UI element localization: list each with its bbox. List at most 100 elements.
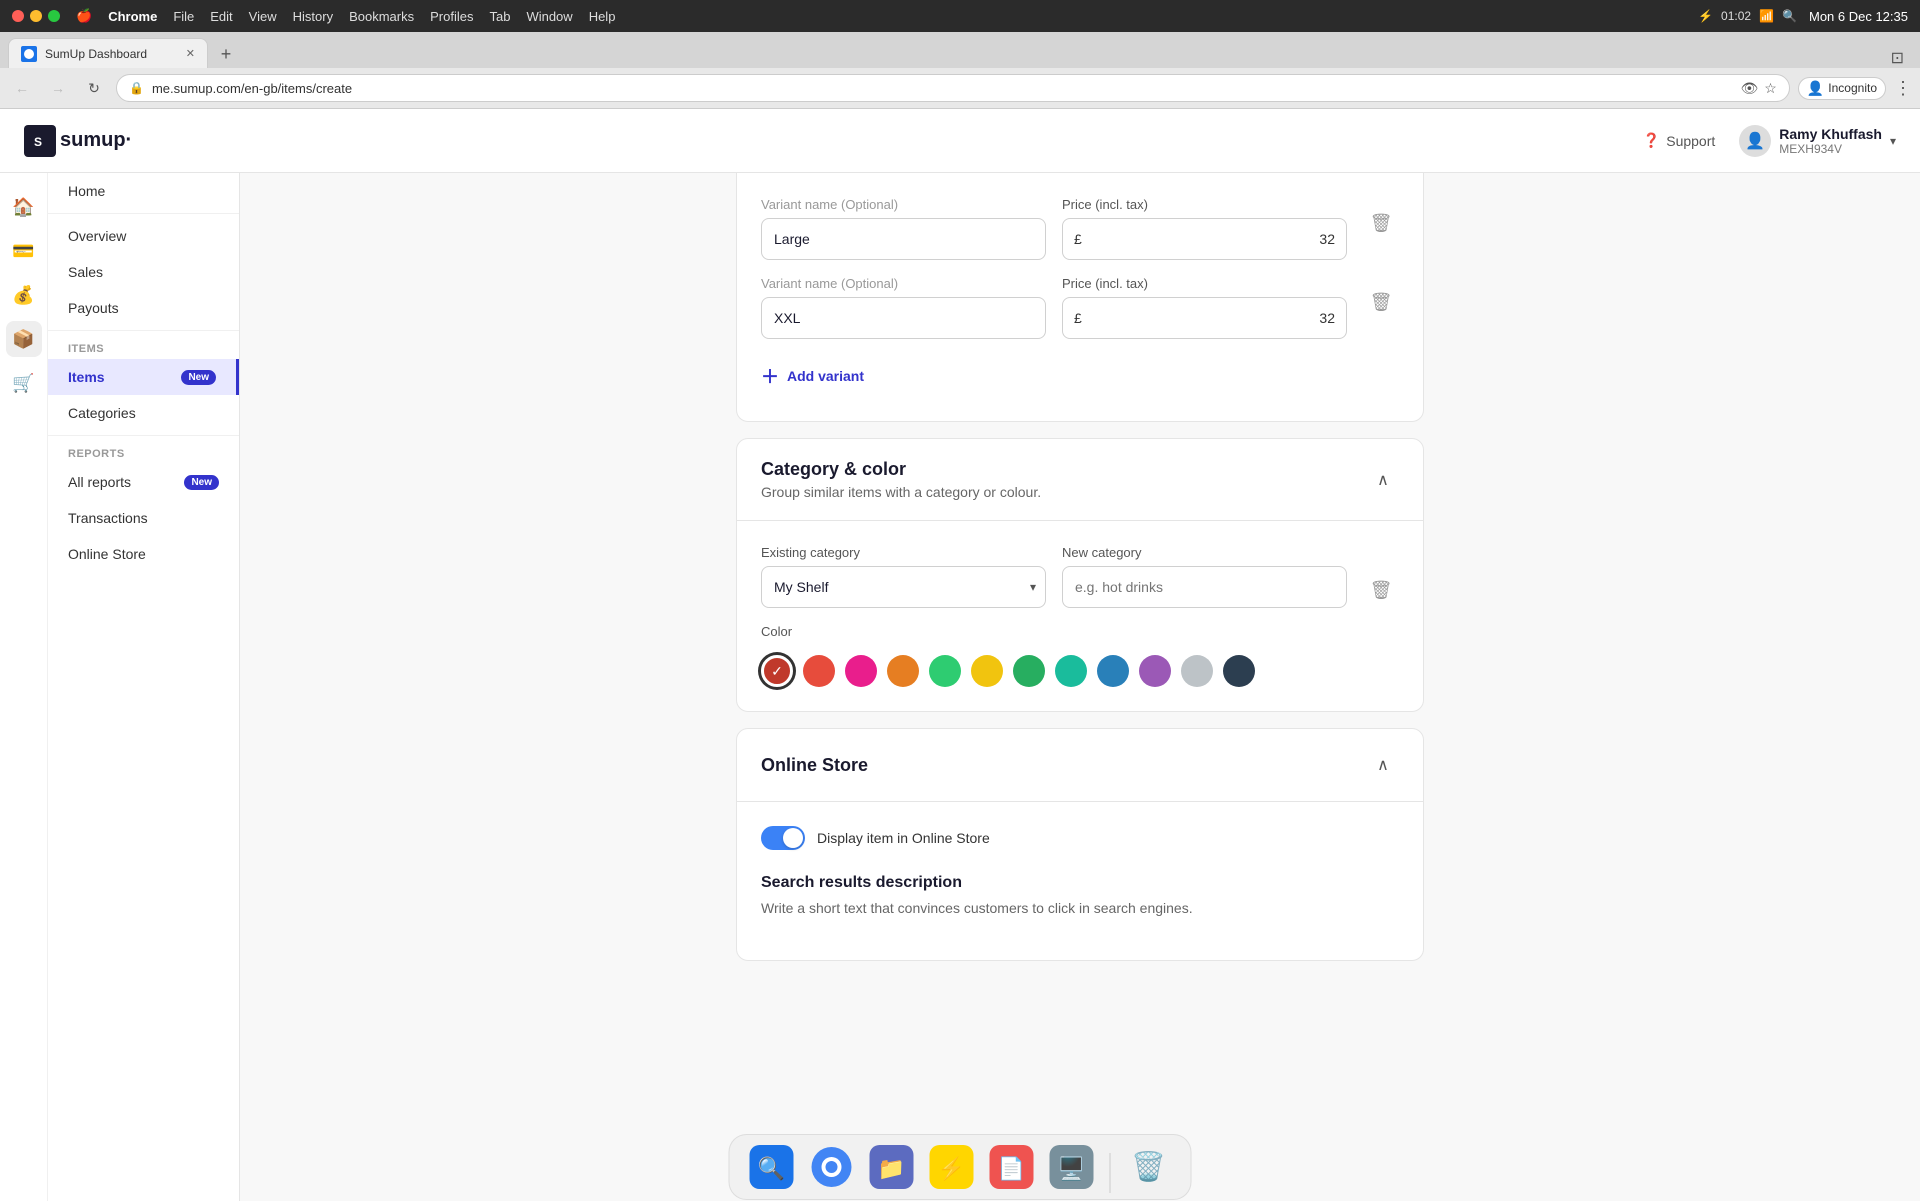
user-details: Ramy Khuffash MEXH934V — [1779, 126, 1882, 156]
support-label: Support — [1666, 133, 1715, 149]
sidebar-item-items[interactable]: Items New — [48, 359, 239, 395]
category-collapse-button[interactable]: ∧ — [1367, 464, 1399, 496]
color-swatch-green[interactable] — [1013, 655, 1045, 687]
online-store-toggle[interactable] — [761, 826, 805, 850]
sumup-logo[interactable]: S sumup· — [24, 125, 132, 157]
address-bar[interactable]: 🔒 me.sumup.com/en-gb/items/create 👁 ☆ — [116, 74, 1790, 102]
category-inputs-row: Existing category My Shelf ▾ New categor… — [761, 545, 1399, 608]
sidebar-icons: 🏠 💳 💰 📦 🛒 — [0, 173, 48, 1201]
color-swatch-red-check[interactable]: ✓ — [761, 655, 793, 687]
menu-help[interactable]: Help — [589, 9, 616, 24]
app-menu-chrome[interactable]: Chrome — [108, 9, 157, 24]
user-info[interactable]: 👤 Ramy Khuffash MEXH934V ▾ — [1739, 125, 1896, 157]
dock-divider — [1110, 1153, 1111, 1193]
menu-window[interactable]: Window — [526, 9, 572, 24]
question-icon: ❓ — [1643, 132, 1660, 149]
sidebar-icon-cart[interactable]: 🛒 — [6, 365, 42, 401]
color-swatch-pink[interactable] — [845, 655, 877, 687]
variant1-name-input[interactable] — [761, 218, 1046, 260]
privacy-icon[interactable]: 👁 — [1741, 80, 1759, 97]
browser-more-button[interactable]: ⋮ — [1894, 78, 1912, 99]
refresh-button[interactable]: ↻ — [80, 74, 108, 102]
variant1-delete-button[interactable]: 🗑 — [1363, 205, 1399, 241]
tab-expand-button[interactable]: ⊡ — [1891, 48, 1904, 68]
plus-icon: ＋ — [761, 363, 779, 389]
variant1-price-input[interactable] — [1062, 218, 1347, 260]
sidebar-icon-payouts[interactable]: 💰 — [6, 277, 42, 313]
main-content: 🏠 💳 💰 📦 🛒 Home Overview Sales Payouts — [0, 173, 1920, 1201]
add-variant-button[interactable]: ＋ Add variant — [761, 355, 864, 397]
back-button[interactable]: ← — [8, 74, 36, 102]
color-swatch-yellow[interactable] — [971, 655, 1003, 687]
items-new-badge: New — [181, 370, 216, 385]
dock-item-chrome[interactable] — [806, 1141, 858, 1193]
variant2-price-wrapper: £ 32 — [1062, 297, 1347, 339]
menu-file[interactable]: File — [173, 9, 194, 24]
menu-profiles[interactable]: Profiles — [430, 9, 473, 24]
menu-history[interactable]: History — [293, 9, 333, 24]
wifi-icon: 📶 — [1759, 9, 1774, 23]
browser-tab[interactable]: SumUp Dashboard ✕ — [8, 38, 208, 68]
menu-view[interactable]: View — [249, 9, 277, 24]
sidebar-item-overview[interactable]: Overview — [48, 218, 239, 254]
sidebar-item-online-store[interactable]: Online Store — [48, 536, 239, 572]
support-button[interactable]: ❓ Support — [1643, 132, 1715, 149]
sidebar-icon-home[interactable]: 🏠 — [6, 189, 42, 225]
lock-icon: 🔒 — [129, 81, 144, 95]
variant2-delete-button[interactable]: 🗑 — [1363, 284, 1399, 320]
maximize-button[interactable] — [48, 10, 60, 22]
apple-menu[interactable]: 🍎 — [76, 8, 92, 24]
variant2-name-input[interactable] — [761, 297, 1046, 339]
profile-button[interactable]: 👤 Incognito — [1798, 77, 1886, 100]
dock-item-finder[interactable]: 🔍 — [746, 1141, 798, 1193]
color-swatch-light-green[interactable] — [929, 655, 961, 687]
sidebar-item-transactions[interactable]: Transactions — [48, 500, 239, 536]
color-swatch-purple[interactable] — [1139, 655, 1171, 687]
close-button[interactable] — [12, 10, 24, 22]
search-icon[interactable]: 🔍 — [1782, 9, 1797, 23]
trash2-icon: 🗑 — [1370, 292, 1393, 313]
sidebar-item-all-reports[interactable]: All reports New — [48, 464, 239, 500]
address-bar-actions: 👁 ☆ — [1741, 80, 1777, 97]
add-variant-label: Add variant — [787, 368, 864, 384]
menu-bookmarks[interactable]: Bookmarks — [349, 9, 414, 24]
color-swatch-gray[interactable] — [1181, 655, 1213, 687]
dock-item-folder[interactable]: 📁 — [866, 1141, 918, 1193]
tab-close-button[interactable]: ✕ — [186, 47, 195, 60]
bookmark-star-icon[interactable]: ☆ — [1764, 80, 1777, 97]
sidebar-icon-items[interactable]: 📦 — [6, 321, 42, 357]
online-store-collapse-button[interactable]: ∧ — [1367, 749, 1399, 781]
color-swatch-blue[interactable] — [1097, 655, 1129, 687]
color-swatch-teal[interactable] — [1055, 655, 1087, 687]
toggle-row: Display item in Online Store — [761, 826, 1399, 850]
forward-button[interactable]: → — [44, 74, 72, 102]
sidebar-item-sales[interactable]: Sales — [48, 254, 239, 290]
existing-category-select[interactable]: My Shelf — [761, 566, 1046, 608]
color-swatch-orange[interactable] — [887, 655, 919, 687]
category-subtitle: Group similar items with a category or c… — [761, 484, 1041, 500]
svg-text:🖥️: 🖥️ — [1058, 1156, 1085, 1181]
category-delete-button[interactable]: 🗑 — [1363, 572, 1399, 608]
dock-item-app2[interactable]: 🖥️ — [1046, 1141, 1098, 1193]
new-category-input[interactable] — [1062, 566, 1347, 608]
color-swatch-red[interactable] — [803, 655, 835, 687]
menu-tab[interactable]: Tab — [489, 9, 510, 24]
variant1-card: Variant name (Optional) Price (incl. tax… — [736, 173, 1424, 422]
variant2-price-input[interactable] — [1062, 297, 1347, 339]
dock-item-lightning[interactable]: ⚡ — [926, 1141, 978, 1193]
color-swatch-black[interactable] — [1223, 655, 1255, 687]
user-avatar: 👤 — [1739, 125, 1771, 157]
minimize-button[interactable] — [30, 10, 42, 22]
menu-edit[interactable]: Edit — [210, 9, 232, 24]
new-tab-button[interactable]: + — [212, 40, 240, 68]
sidebar-item-categories[interactable]: Categories — [48, 395, 239, 431]
sidebar-item-home[interactable]: Home — [48, 173, 239, 209]
sidebar-icon-sales[interactable]: 💳 — [6, 233, 42, 269]
category-header: Category & color Group similar items wit… — [737, 439, 1423, 521]
dock-item-trash[interactable]: 🗑️ — [1123, 1141, 1175, 1193]
sidebar-item-payouts[interactable]: Payouts — [48, 290, 239, 326]
variant1-price-value: 32 — [1319, 231, 1335, 247]
svg-text:📁: 📁 — [878, 1156, 905, 1181]
logo-text: sumup· — [60, 129, 132, 152]
dock-item-pdf[interactable]: 📄 — [986, 1141, 1038, 1193]
